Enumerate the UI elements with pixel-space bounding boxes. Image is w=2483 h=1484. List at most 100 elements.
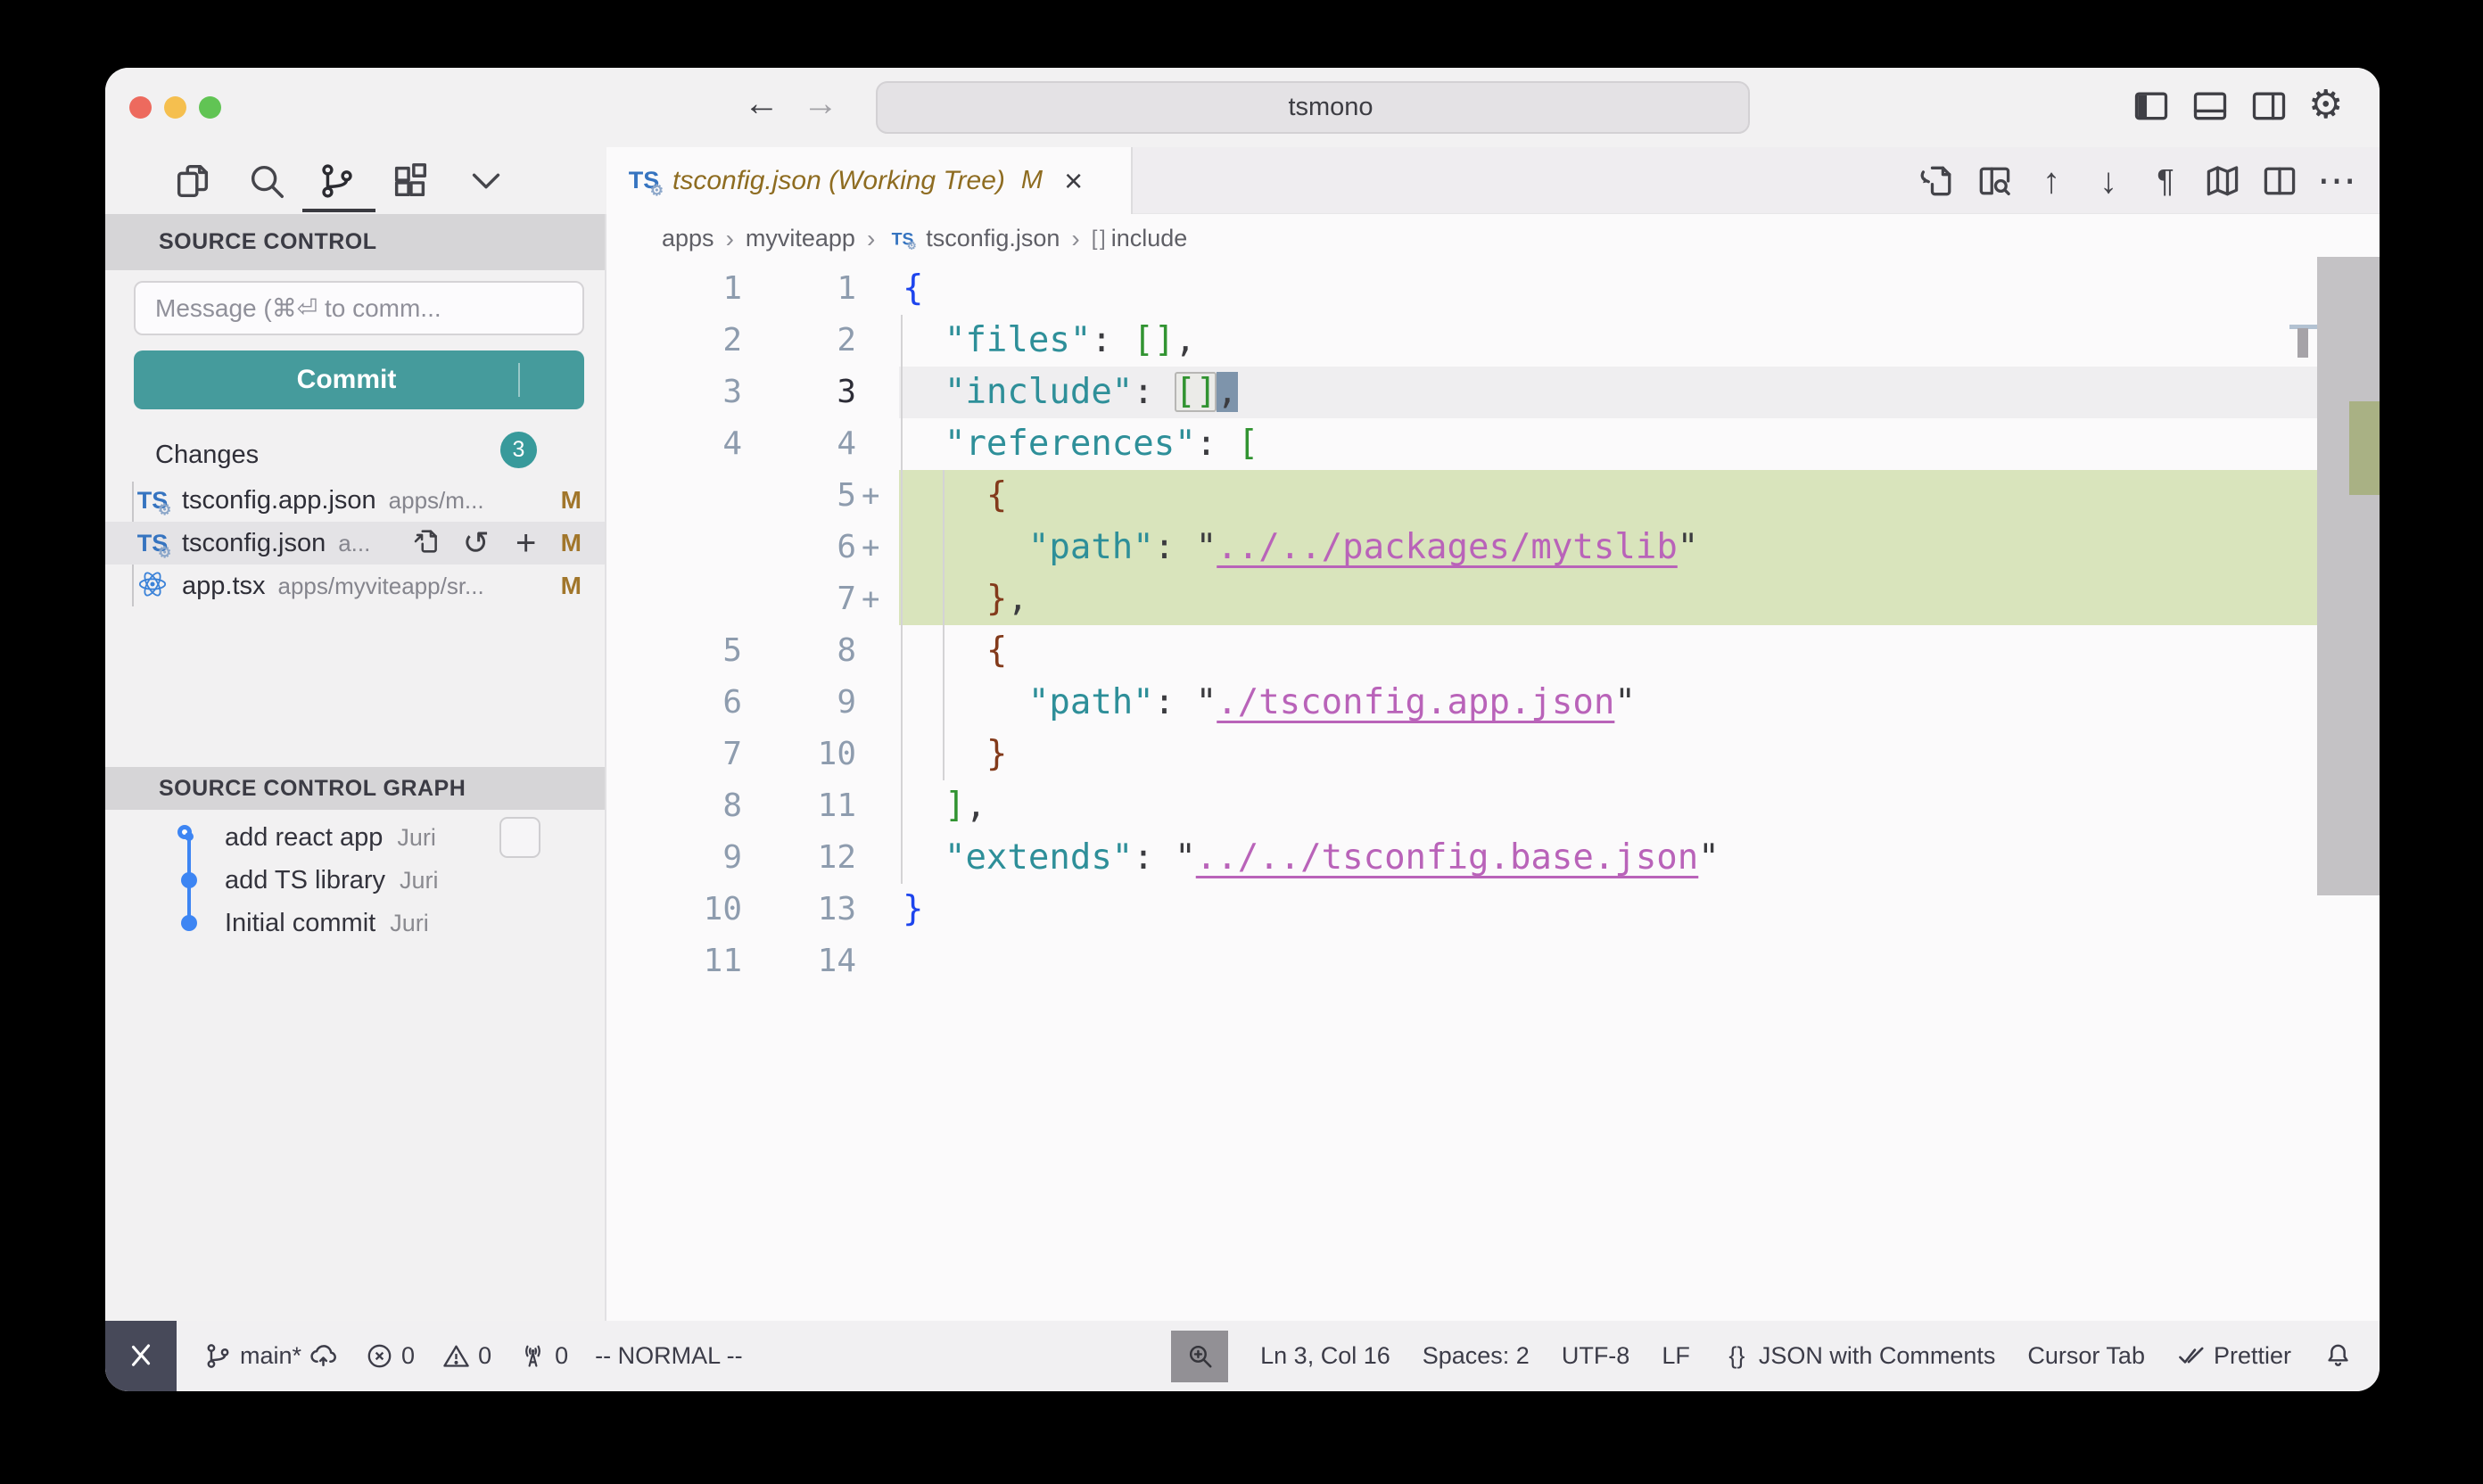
open-changes-icon[interactable]	[1918, 161, 1957, 201]
line-number: 1	[742, 263, 856, 315]
changes-section-header[interactable]: Changes 3	[105, 434, 605, 475]
status-cursor-position[interactable]: Ln 3, Col 16	[1260, 1342, 1390, 1370]
change-row-tsconfig.app.json[interactable]: TS⚙tsconfig.app.jsonapps/m...M	[105, 479, 605, 522]
status-notifications[interactable]	[2323, 1341, 2353, 1371]
status-label: Ln 3, Col 16	[1260, 1342, 1390, 1370]
old-line-number: 10	[606, 884, 742, 936]
status-errors[interactable]: 0	[365, 1341, 415, 1371]
previous-change-arrow-up-icon[interactable]: ↑	[2032, 161, 2071, 201]
remote-icon	[126, 1341, 156, 1372]
target-icon	[506, 823, 534, 852]
breadcrumb-item-tsconfig-json[interactable]: TS⚙tsconfig.json	[887, 224, 1060, 254]
more-ellipsis-icon[interactable]: ⋯	[2317, 161, 2356, 201]
status-formatter[interactable]: Prettier	[2177, 1341, 2291, 1371]
back-button[interactable]: ←	[740, 84, 783, 124]
line-content: "include": [],	[899, 367, 2317, 418]
commit-row-add-TS-library[interactable]: add TS libraryJuri	[105, 859, 605, 902]
open-file-button[interactable]	[411, 528, 441, 558]
discard-button[interactable]: ↺	[461, 528, 491, 558]
status-cursor-tab[interactable]: Cursor Tab	[2027, 1342, 2145, 1370]
code-line-2[interactable]: 22 "files": [],	[606, 315, 2380, 367]
change-row-app.tsx[interactable]: app.tsxapps/myviteapp/sr...M	[105, 565, 605, 607]
side-by-side-search-icon[interactable]	[1975, 161, 2014, 201]
modified-badge: M	[561, 572, 582, 600]
remote-indicator[interactable]	[105, 1321, 177, 1391]
code-line-10[interactable]: 710 }	[606, 729, 2380, 780]
source-control-graph-header[interactable]: SOURCE CONTROL GRAPH	[105, 767, 605, 810]
code-line-7[interactable]: 7+ },	[606, 573, 2380, 625]
activity-search-icon[interactable]	[246, 161, 287, 202]
status-language-mode[interactable]: {}JSON with Comments	[1722, 1341, 1996, 1371]
code-line-6[interactable]: 6+ "path": "../../packages/mytslib"	[606, 522, 2380, 573]
command-center-search[interactable]: tsmono	[876, 81, 1750, 134]
old-line-number: 3	[606, 367, 742, 418]
activity-extensions-icon[interactable]	[390, 161, 431, 202]
whitespace-pilcrow-icon[interactable]: ¶	[2146, 161, 2185, 201]
goto-current-commit-button[interactable]	[499, 817, 540, 858]
status-zoom-indicator[interactable]	[1171, 1331, 1228, 1382]
editor-scrollbar[interactable]	[2317, 257, 2380, 895]
file-name: tsconfig.app.json	[182, 486, 376, 515]
minimize-window-button[interactable]	[164, 96, 186, 119]
line-content: "extends": "../../tsconfig.base.json"	[899, 832, 2317, 884]
editor-pane[interactable]: 11{22 "files": [],33 "include": [],44 "r…	[606, 263, 2380, 1321]
layout-sidebar-left-icon[interactable]	[2132, 86, 2171, 125]
commit-dot	[181, 915, 197, 931]
commit-message-input[interactable]	[153, 293, 532, 324]
bracket-pair-highlight: []	[1175, 372, 1217, 412]
source-control-title: SOURCE CONTROL	[159, 229, 377, 255]
activity-chevron-down-icon[interactable]	[466, 161, 507, 202]
code-line-13[interactable]: 1013}	[606, 884, 2380, 936]
status-vim-mode[interactable]: -- NORMAL --	[595, 1342, 742, 1370]
old-line-number	[606, 522, 742, 573]
layout-panel-icon[interactable]	[2190, 86, 2230, 125]
commit-dropdown-button[interactable]	[520, 367, 584, 393]
breadcrumb-item-include[interactable]: [ ]include	[1092, 225, 1188, 252]
layout-sidebar-right-icon[interactable]	[2249, 86, 2289, 125]
commit-message: add react app	[225, 823, 383, 853]
code-line-5[interactable]: 5+ {	[606, 470, 2380, 522]
forward-button[interactable]: →	[799, 84, 842, 124]
line-number: 7	[742, 573, 856, 625]
activity-source-control-icon[interactable]	[317, 161, 358, 202]
code-line-12[interactable]: 912 "extends": "../../tsconfig.base.json…	[606, 832, 2380, 884]
sparkle-icon[interactable]	[532, 293, 565, 325]
bell-icon	[2323, 1341, 2353, 1371]
tab-tsconfig-json[interactable]: TS⚙ tsconfig.json (Working Tree) M ×	[606, 147, 1133, 214]
status-label: Prettier	[2214, 1342, 2291, 1370]
stage-plus-button[interactable]: +	[511, 528, 541, 558]
status-indentation[interactable]: Spaces: 2	[1423, 1342, 1530, 1370]
code-line-3[interactable]: 33 "include": [],	[606, 367, 2380, 418]
code-line-14[interactable]: 1114	[606, 936, 2380, 987]
next-change-arrow-down-icon[interactable]: ↓	[2089, 161, 2128, 201]
close-window-button[interactable]	[129, 96, 152, 119]
commit-message: add TS library	[225, 866, 385, 895]
commit-message: Initial commit	[225, 909, 375, 938]
status-ports[interactable]: 0	[518, 1341, 568, 1371]
breadcrumb-item-apps[interactable]: apps	[662, 225, 714, 252]
old-line-number: 1	[606, 263, 742, 315]
zoom-window-button[interactable]	[199, 96, 221, 119]
code-line-11[interactable]: 811 ],	[606, 780, 2380, 832]
added-line-marker: +	[856, 522, 899, 573]
source-control-header[interactable]: SOURCE CONTROL	[105, 214, 605, 270]
change-row-tsconfig.json[interactable]: TS⚙tsconfig.jsona...↺+M	[105, 522, 605, 565]
activity-copy-pages-icon[interactable]	[172, 161, 213, 202]
code-line-8[interactable]: 58 {	[606, 625, 2380, 677]
breadcrumb-item-myviteapp[interactable]: myviteapp	[746, 225, 855, 252]
status-bar: main*000-- NORMAL -- Ln 3, Col 16Spaces:…	[105, 1321, 2380, 1391]
close-icon[interactable]: ×	[1064, 165, 1083, 197]
split-editor-icon[interactable]	[2260, 161, 2299, 201]
map-icon[interactable]	[2203, 161, 2242, 201]
settings-gear-icon[interactable]: ⚙	[2308, 86, 2347, 125]
status-encoding[interactable]: UTF-8	[1562, 1342, 1630, 1370]
search-value: tsmono	[1288, 93, 1373, 122]
commit-button[interactable]: Commit	[134, 350, 584, 409]
status-eol[interactable]: LF	[1662, 1342, 1690, 1370]
code-line-1[interactable]: 11{	[606, 263, 2380, 315]
status-branch-status[interactable]: main*	[203, 1341, 338, 1371]
code-line-9[interactable]: 69 "path": "./tsconfig.app.json"	[606, 677, 2380, 729]
commit-row-Initial-commit[interactable]: Initial commitJuri	[105, 902, 605, 944]
status-warnings[interactable]: 0	[441, 1341, 491, 1371]
code-line-4[interactable]: 44 "references": [	[606, 418, 2380, 470]
